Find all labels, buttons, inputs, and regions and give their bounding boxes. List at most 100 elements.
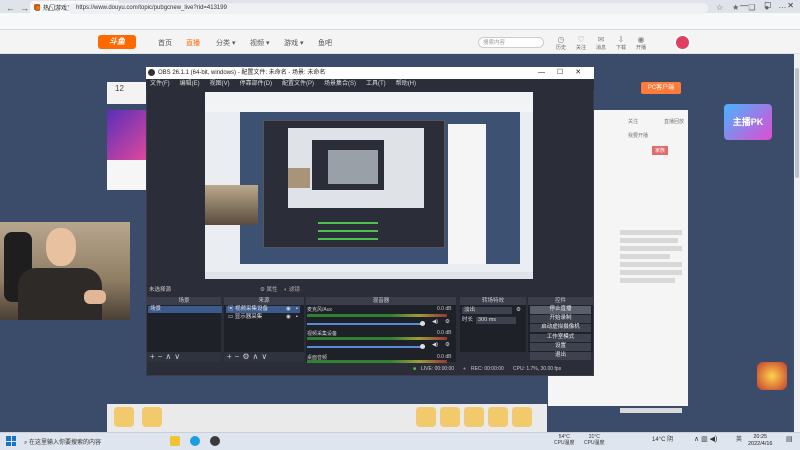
- menu-view[interactable]: 视图(V): [210, 79, 230, 90]
- scenes-toolbar: +−∧∨: [147, 352, 221, 362]
- menu-docks[interactable]: 停靠部件(D): [240, 79, 272, 90]
- message-button[interactable]: ✉ 消息: [591, 35, 611, 51]
- reload-button[interactable]: C: [34, 3, 41, 13]
- lock-icon[interactable]: ▪: [296, 314, 298, 320]
- edge-icon[interactable]: [190, 436, 200, 446]
- url-field[interactable]: https://www.douyu.com/topic/pubgcnew_liv…: [68, 3, 708, 14]
- douyu-logo[interactable]: 斗鱼: [98, 35, 136, 49]
- replay-text[interactable]: 直播回放: [664, 118, 684, 125]
- history-button[interactable]: ◷ 历史: [551, 35, 571, 51]
- event-badge-icon[interactable]: [757, 362, 787, 390]
- reading-icon[interactable]: ☆: [716, 3, 723, 12]
- taskbar-search[interactable]: ⌕ 在这里输入你要搜索的内容: [24, 437, 101, 447]
- lock-icon[interactable]: ▪: [296, 306, 298, 312]
- source-settings-icon[interactable]: ⚙: [242, 352, 252, 361]
- pk-banner[interactable]: 主播PK: [724, 104, 772, 140]
- broadcast-button[interactable]: ◉ 开播: [631, 35, 651, 51]
- input-language[interactable]: 英: [736, 437, 742, 443]
- gift-item[interactable]: [142, 407, 162, 427]
- gift-item[interactable]: [416, 407, 436, 427]
- tray-icons[interactable]: ∧ ▥ ◀): [694, 436, 717, 443]
- scene-item[interactable]: 场景: [148, 306, 222, 313]
- back-button[interactable]: ←: [6, 3, 15, 13]
- notification-icon[interactable]: ▤: [786, 436, 793, 443]
- file-explorer-icon[interactable]: [170, 436, 180, 446]
- mixer-track-name: 麦克风/Aux: [307, 307, 333, 313]
- scene-up-button[interactable]: ∧: [165, 352, 174, 361]
- gift-item[interactable]: [488, 407, 508, 427]
- filters-button[interactable]: ◐ 滤镜: [284, 285, 300, 296]
- visibility-eye-icon[interactable]: ◉: [286, 306, 291, 312]
- nav-video[interactable]: 视频 ▾: [250, 38, 269, 48]
- obs-icon[interactable]: [210, 436, 220, 446]
- transition-select[interactable]: 淡出: [462, 307, 512, 314]
- virtual-camera-button[interactable]: 启动虚拟摄像机: [530, 324, 591, 332]
- more-icon[interactable]: ⋯: [778, 3, 786, 12]
- weather[interactable]: 14°C 阴: [652, 437, 673, 443]
- home-button[interactable]: ⌂: [48, 3, 53, 13]
- source-down-button[interactable]: ∨: [261, 352, 270, 361]
- menu-tools[interactable]: 工具(T): [366, 79, 386, 90]
- transition-settings-icon[interactable]: ⚙: [516, 307, 521, 313]
- nav-home[interactable]: 首页: [158, 38, 172, 48]
- sources-toolbar: +−⚙∧∨: [224, 352, 304, 362]
- exit-button[interactable]: 退出: [530, 352, 591, 360]
- room-thumbnail[interactable]: [107, 110, 151, 160]
- visibility-eye-icon[interactable]: ◉: [286, 314, 291, 320]
- speaker-icon[interactable]: ◀): [432, 342, 438, 348]
- obs-maximize-button[interactable]: ☐: [557, 67, 563, 79]
- follow-button[interactable]: ♡ 关注: [571, 35, 591, 51]
- favorites-icon[interactable]: ★: [732, 3, 739, 12]
- chat-line: [620, 278, 675, 283]
- pc-client-button[interactable]: PC客户端: [641, 82, 681, 94]
- menu-profile[interactable]: 配置文件(P): [282, 79, 314, 90]
- menu-edit[interactable]: 编辑(E): [180, 79, 200, 90]
- mixer-track-db: 0.0 dB: [437, 330, 452, 336]
- scrollbar-thumb[interactable]: [795, 68, 799, 178]
- gift-item[interactable]: [512, 407, 532, 427]
- douyu-search-input[interactable]: 搜索内容: [478, 37, 544, 48]
- nav-game[interactable]: 游戏 ▾: [284, 38, 303, 48]
- start-broadcast-text[interactable]: 我要开播: [628, 132, 648, 139]
- nav-live[interactable]: 直播: [186, 38, 200, 48]
- gear-icon[interactable]: ⚙: [445, 319, 450, 325]
- page-scrollbar[interactable]: [794, 54, 800, 432]
- menu-help[interactable]: 帮助(H): [396, 79, 416, 90]
- obs-minimize-button[interactable]: —: [538, 67, 545, 79]
- download-button[interactable]: ⇩ 下载: [611, 35, 631, 51]
- obs-close-button[interactable]: ✕: [575, 67, 581, 79]
- scene-down-button[interactable]: ∨: [174, 352, 183, 361]
- settings-button[interactable]: 设置: [530, 343, 591, 351]
- collections-icon[interactable]: ❏: [748, 3, 755, 12]
- nav-category[interactable]: 分类 ▾: [216, 38, 235, 48]
- start-recording-button[interactable]: 开始录制: [530, 315, 591, 323]
- duration-input[interactable]: 300 ms: [476, 317, 516, 324]
- streamer-hand: [84, 290, 106, 304]
- family-badge[interactable]: 家族: [652, 146, 669, 155]
- gear-icon[interactable]: ⚙: [445, 342, 450, 348]
- close-button[interactable]: ✕: [787, 1, 794, 10]
- properties-button[interactable]: ⚙ 属性: [260, 285, 277, 296]
- volume-knob[interactable]: [420, 344, 425, 349]
- add-scene-button[interactable]: +: [150, 352, 158, 361]
- windows-start-icon[interactable]: [6, 436, 16, 446]
- forward-button[interactable]: →: [20, 3, 29, 13]
- menu-scene-collection[interactable]: 场景集合(S): [324, 79, 356, 90]
- profile-icon[interactable]: ●: [765, 3, 770, 12]
- nav-fishbar[interactable]: 鱼吧: [318, 38, 332, 48]
- taskbar-clock[interactable]: 20:25 2022/4/16: [748, 434, 772, 448]
- studio-mode-button[interactable]: 工作室模式: [530, 334, 591, 342]
- transitions-dock-header: 转场特效: [460, 297, 526, 305]
- gift-item[interactable]: [464, 407, 484, 427]
- menu-file[interactable]: 文件(F): [150, 79, 170, 90]
- speaker-icon[interactable]: ◀): [432, 319, 438, 325]
- follow-text[interactable]: 关注: [628, 118, 638, 125]
- avatar[interactable]: [674, 34, 691, 51]
- gift-item[interactable]: [114, 407, 134, 427]
- volume-slider[interactable]: [307, 346, 425, 348]
- stop-streaming-button[interactable]: 停止直播: [530, 306, 591, 314]
- volume-knob[interactable]: [420, 321, 425, 326]
- add-source-button[interactable]: +: [227, 352, 235, 361]
- volume-slider[interactable]: [307, 323, 425, 325]
- gift-item[interactable]: [440, 407, 460, 427]
